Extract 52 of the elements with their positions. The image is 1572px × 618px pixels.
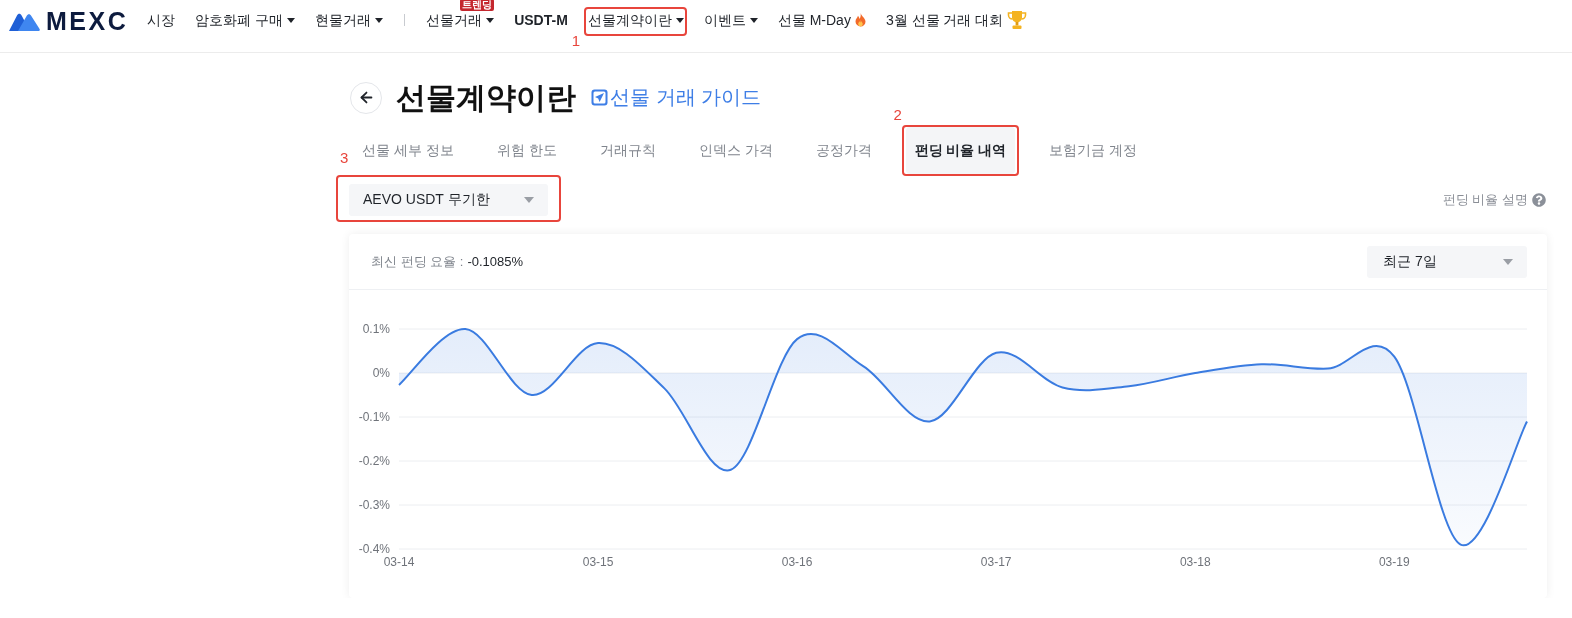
back-button[interactable] (350, 81, 382, 114)
logo-link[interactable]: MEXC (8, 11, 129, 31)
nav-menu[interactable]: 암호화폐 구매 (195, 10, 296, 30)
paper-plane-icon (591, 89, 608, 106)
callout-number: 3 (340, 150, 349, 166)
caret-icon (287, 17, 296, 23)
nav-link[interactable]: 3월 선물 거래 대회 (885, 10, 1028, 30)
flame-icon (854, 13, 866, 27)
caret-icon (675, 17, 684, 23)
callout-number: 1 (571, 33, 581, 49)
tab[interactable]: 거래규칙 (590, 127, 665, 174)
tab[interactable]: 보험기금 계정 (1040, 127, 1147, 174)
contract-select[interactable]: AEVO USDT 무기한 (349, 184, 548, 216)
caret-icon (1503, 258, 1513, 265)
x-axis-label: 03-16 (781, 555, 813, 569)
x-axis-label: 03-19 (1378, 555, 1410, 569)
nav-menu[interactable]: 선물계약이란 (587, 10, 684, 30)
help-icon (1532, 193, 1546, 207)
nav-menu[interactable]: 이벤트 (703, 10, 758, 30)
caret-icon (524, 197, 534, 203)
tab[interactable]: 선물 세부 정보 (353, 127, 463, 174)
guide-link[interactable]: 선물 거래 가이드 (591, 84, 762, 111)
page-title: 선물계약이란 (396, 80, 576, 115)
logo-icon (8, 11, 40, 31)
tab[interactable]: 펀딩 비율 내역 (905, 127, 1016, 174)
y-axis-label: -0.4% (358, 542, 390, 556)
x-axis-label: 03-18 (1179, 555, 1211, 569)
y-axis-label: -0.3% (358, 498, 390, 512)
caret-icon (749, 17, 758, 23)
y-axis-label: -0.2% (358, 454, 390, 468)
nav-menu[interactable]: 현물거래 (315, 10, 384, 30)
trophy-icon (1007, 10, 1028, 30)
trending-badge: 트렌딩 (460, 0, 495, 11)
period-select[interactable]: 최근 7일 (1367, 245, 1527, 278)
caret-icon (486, 17, 495, 23)
x-axis-label: 03-14 (383, 555, 415, 569)
latest-rate-value: -0.1085% (467, 254, 524, 269)
y-axis-label: 0.1% (362, 322, 390, 336)
nav-link[interactable]: USDT-M (514, 10, 568, 30)
y-axis-label: -0.1% (358, 410, 390, 424)
x-axis-label: 03-15 (582, 555, 614, 569)
callout-number: 2 (893, 107, 902, 123)
nav-link[interactable]: 시장 (147, 10, 176, 30)
x-axis-label: 03-17 (980, 555, 1012, 569)
y-axis-label: 0% (372, 366, 390, 380)
caret-icon (375, 17, 384, 23)
nav-menu[interactable]: 선물거래 (426, 10, 495, 30)
latest-rate-label: 최신 펀딩 요율 : (371, 252, 464, 271)
tab[interactable]: 공정가격 (806, 127, 881, 174)
tab[interactable]: 위험 한도 (487, 127, 566, 174)
tab[interactable]: 인덱스 가격 (689, 127, 782, 174)
nav-link[interactable]: 선물 M-Day (777, 10, 866, 30)
